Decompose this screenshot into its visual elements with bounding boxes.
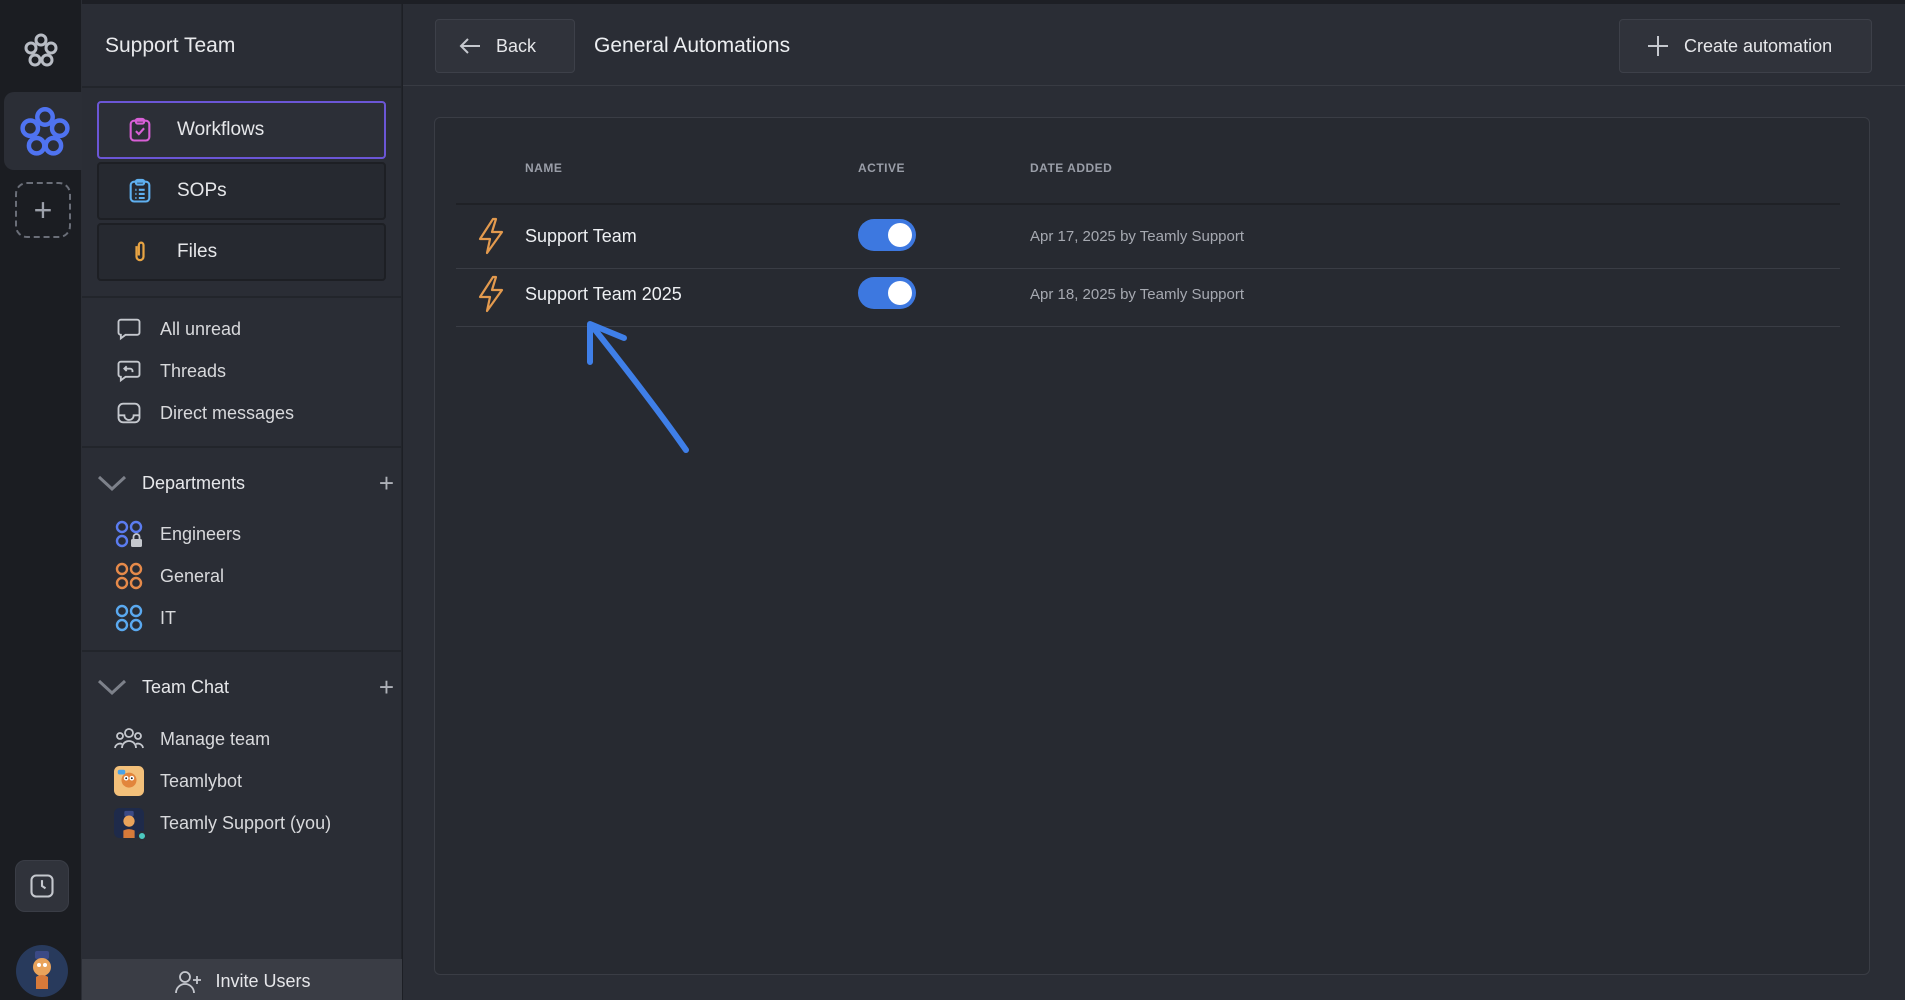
create-automation-label: Create automation: [1684, 35, 1833, 56]
app-logo-icon[interactable]: [19, 28, 63, 72]
back-label: Back: [496, 35, 537, 56]
column-header-date-added[interactable]: DATE ADDED: [1030, 161, 1112, 175]
active-toggle[interactable]: [858, 277, 916, 309]
manage-team[interactable]: Manage team: [114, 722, 270, 756]
group-icon: [114, 561, 144, 591]
chat-bubble-icon: [114, 314, 144, 344]
divider: [456, 268, 1840, 269]
group-icon: [114, 603, 144, 633]
page-title: General Automations: [594, 34, 791, 57]
workspace-support-team-icon[interactable]: [4, 92, 86, 170]
add-user-icon: [173, 967, 203, 997]
user-avatar: [114, 808, 147, 841]
create-automation-button[interactable]: Create automation: [1619, 19, 1872, 73]
workspace-rail: +: [0, 0, 86, 1000]
people-icon: [114, 724, 144, 754]
department-it-label: IT: [160, 607, 176, 628]
department-engineers[interactable]: Engineers: [114, 517, 241, 551]
departments-header[interactable]: Departments +: [94, 466, 394, 500]
team-chat-title: Team Chat: [142, 676, 230, 697]
workspace-title: Support Team: [105, 34, 236, 57]
automations-table-card: [434, 117, 1870, 975]
bot-avatar: [114, 766, 144, 796]
clock-icon[interactable]: [15, 860, 69, 912]
nav-direct-messages-label: Direct messages: [160, 402, 295, 423]
clipboard-check-icon: [125, 115, 155, 145]
automation-name[interactable]: Support Team 2025: [525, 284, 682, 305]
nav-threads-label: Threads: [160, 360, 227, 381]
column-header-active[interactable]: ACTIVE: [858, 161, 905, 175]
date-added: Apr 17, 2025 by Teamly Support: [1030, 228, 1245, 245]
chevron-down-icon[interactable]: [94, 474, 130, 492]
toggle-knob: [888, 223, 912, 247]
column-header-name[interactable]: NAME: [525, 161, 562, 175]
invite-users-label: Invite Users: [215, 971, 311, 991]
arrow-left-icon: [458, 36, 482, 56]
department-general[interactable]: General: [114, 559, 224, 593]
nav-sops[interactable]: SOPs: [97, 162, 386, 220]
active-toggle[interactable]: [858, 219, 916, 251]
chevron-down-icon[interactable]: [94, 678, 130, 696]
department-engineers-label: Engineers: [160, 523, 242, 544]
nav-files[interactable]: Files: [97, 223, 386, 281]
thread-reply-icon: [114, 356, 144, 386]
add-chat-button[interactable]: +: [379, 674, 394, 700]
chat-teamly-support-label: Teamly Support (you): [160, 812, 332, 833]
paperclip-icon: [125, 237, 155, 267]
back-button[interactable]: Back: [435, 19, 575, 73]
divider: [82, 446, 402, 448]
manage-team-label: Manage team: [160, 728, 271, 749]
sidebar: Support Team Workflows SOPs Files All un…: [82, 4, 402, 1000]
nav-workflows[interactable]: Workflows: [97, 101, 386, 159]
nav-workflows-label: Workflows: [177, 119, 265, 140]
divider: [82, 86, 402, 88]
nav-files-label: Files: [177, 241, 218, 262]
chat-teamly-support[interactable]: Teamly Support (you): [114, 806, 332, 841]
date-added: Apr 18, 2025 by Teamly Support: [1030, 286, 1245, 303]
department-general-label: General: [160, 565, 225, 586]
invite-users-button[interactable]: Invite Users: [82, 959, 402, 1000]
chat-teamlybot[interactable]: Teamlybot: [114, 764, 242, 798]
nav-all-unread-label: All unread: [160, 318, 242, 339]
top-bar: Back General Automations Create automati…: [403, 4, 1905, 86]
divider: [82, 296, 402, 298]
add-department-button[interactable]: +: [379, 470, 394, 496]
nav-direct-messages[interactable]: Direct messages: [114, 396, 294, 430]
automation-name[interactable]: Support Team: [525, 226, 637, 247]
divider: [456, 326, 1840, 327]
lightning-bolt-icon: [474, 216, 508, 256]
inbox-icon: [114, 398, 144, 428]
divider: [82, 650, 402, 652]
team-chat-header[interactable]: Team Chat +: [94, 670, 394, 704]
nav-sops-label: SOPs: [177, 180, 227, 201]
online-status-dot: [137, 831, 147, 841]
add-workspace-button[interactable]: +: [15, 182, 71, 238]
departments-title: Departments: [142, 472, 246, 493]
profile-avatar[interactable]: [16, 945, 68, 997]
chat-teamlybot-label: Teamlybot: [160, 770, 243, 791]
plus-icon: [1646, 34, 1670, 58]
nav-all-unread[interactable]: All unread: [114, 312, 241, 346]
clipboard-list-icon: [125, 176, 155, 206]
divider: [456, 203, 1840, 205]
lightning-bolt-icon: [474, 274, 508, 314]
toggle-knob: [888, 281, 912, 305]
department-it[interactable]: IT: [114, 601, 176, 635]
nav-threads[interactable]: Threads: [114, 354, 226, 388]
group-locked-icon: [114, 519, 144, 549]
